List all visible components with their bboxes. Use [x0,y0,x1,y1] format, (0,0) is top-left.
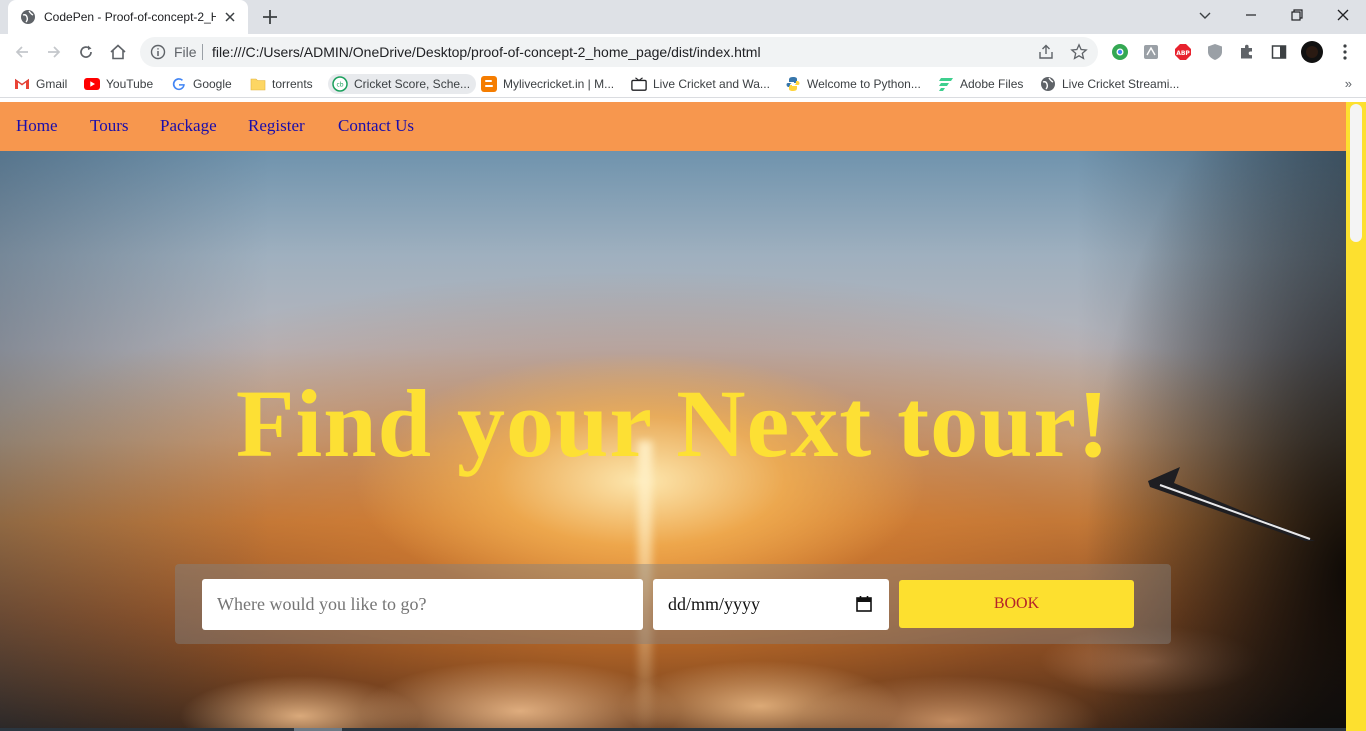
adblock-plus-icon: ABP [1175,44,1191,60]
book-button[interactable]: BOOK [899,580,1134,628]
reload-button[interactable] [74,40,98,64]
browser-toolbar: File file:///C:/Users/ADMIN/OneDrive/Des… [0,34,1366,70]
address-bar[interactable]: File file:///C:/Users/ADMIN/OneDrive/Des… [140,37,1098,67]
url-text[interactable]: file:///C:/Users/ADMIN/OneDrive/Desktop/… [212,44,761,60]
nav-link-register[interactable]: Register [248,116,305,136]
reload-icon [80,45,92,58]
browser-menu-button[interactable] [1335,42,1355,62]
bookmark-label: YouTube [106,77,154,91]
bookmark-label: Google [193,77,232,91]
folder-icon [250,76,266,92]
nav-link-package[interactable]: Package [160,116,217,136]
extension-button[interactable] [1110,42,1130,62]
forward-button[interactable] [42,40,66,64]
globe-icon [21,10,35,24]
hero-title: Find your Next tour! [235,370,1111,477]
minimize-button[interactable] [1228,0,1274,30]
share-icon[interactable] [1038,44,1054,60]
blogger-icon [481,76,497,92]
bookmark-label: Cricket Score, Sche... [354,77,471,91]
restore-button[interactable] [1274,0,1320,30]
chrome-extension-icon [1112,44,1128,60]
extension-button[interactable] [1205,42,1225,62]
bookmark-label: Gmail [36,77,68,91]
bookmark-youtube[interactable]: YouTube [84,74,153,94]
google-icon [171,76,187,92]
new-tab-icon[interactable] [259,6,281,28]
avatar [1301,41,1323,63]
tab-search-button[interactable] [1182,0,1228,30]
minimize-icon [1246,14,1256,16]
shield-icon [1208,44,1222,60]
bookmark-mylivecricket[interactable]: Mylivecricket.in | M... [481,74,614,94]
bookmarks-bar: Gmail YouTube Google torrents cb Cricket… [0,70,1366,98]
arrow-right-icon [48,46,61,58]
bookmark-label: Live Cricket and Wa... [653,77,770,91]
info-icon[interactable] [150,44,166,60]
extension-button[interactable]: ABP [1173,42,1193,62]
bookmark-adobe-files[interactable]: Adobe Files [938,74,1023,94]
svg-text:ABP: ABP [1176,50,1190,57]
bookmark-cricket-score[interactable]: cb Cricket Score, Sche... [328,74,477,94]
extensions-menu-button[interactable] [1237,42,1257,62]
tv-icon [631,76,647,92]
profile-button[interactable] [1301,41,1323,63]
gmail-icon [14,76,30,92]
site-navbar: Home Tours Package Register Contact Us [0,102,1346,151]
home-icon [110,44,126,60]
hero-section: Find your Next tour! dd/mm/yyyy BOOK [0,151,1346,731]
bookmark-torrents[interactable]: torrents [250,74,313,94]
address-separator [202,44,203,60]
bookmark-label: Welcome to Python... [807,77,921,91]
back-button[interactable] [10,40,34,64]
bookmark-label: Mylivecricket.in | M... [503,77,615,91]
scrollbar-thumb[interactable] [1350,104,1362,242]
destination-input[interactable] [202,579,643,630]
puzzle-icon [1241,44,1252,59]
tab-title: CodePen - Proof-of-concept-2_Home Page [44,10,216,24]
tab-strip: CodePen - Proof-of-concept-2_Home Page [0,0,1366,34]
bookmark-google[interactable]: Google [171,74,232,94]
close-icon[interactable] [222,9,238,25]
python-icon [785,76,801,92]
nav-link-home[interactable]: Home [16,116,58,136]
vertical-scrollbar[interactable] [1346,102,1366,731]
date-input[interactable]: dd/mm/yyyy [653,579,889,630]
home-button[interactable] [106,40,130,64]
bookmark-label: Adobe Files [960,77,1024,91]
page-viewport: Home Tours Package Register Contact Us F… [0,102,1366,731]
nav-link-tours[interactable]: Tours [90,116,128,136]
restore-icon [1291,9,1303,21]
booking-form: dd/mm/yyyy BOOK [175,564,1171,644]
bookmark-python[interactable]: Welcome to Python... [785,74,921,94]
close-icon [1337,9,1349,21]
arrow-left-icon [15,46,28,58]
date-placeholder: dd/mm/yyyy [668,594,761,614]
close-window-button[interactable] [1320,0,1366,30]
cricbuzz-icon: cb [332,76,348,92]
star-icon[interactable] [1070,43,1088,61]
extension-button[interactable] [1141,42,1161,62]
bookmark-live-cricket-streaming[interactable]: Live Cricket Streami... [1040,74,1179,94]
browser-tab[interactable]: CodePen - Proof-of-concept-2_Home Page [8,0,248,34]
side-panel-icon [1271,45,1287,59]
adobe-files-icon [938,76,954,92]
bookmark-gmail[interactable]: Gmail [14,74,67,94]
side-panel-button[interactable] [1269,42,1289,62]
calendar-icon[interactable] [855,595,873,613]
bookmark-live-cricket-watch[interactable]: Live Cricket and Wa... [631,74,770,94]
nav-link-contact-us[interactable]: Contact Us [338,116,414,136]
more-bookmarks-icon[interactable]: » [1345,76,1352,91]
svg-text:cb: cb [336,82,343,89]
bookmark-label: torrents [272,77,313,91]
scheme-label: File [174,44,197,60]
youtube-icon [84,76,100,92]
chevron-down-icon [1199,12,1211,19]
globe-icon [1040,76,1056,92]
more-vertical-icon [1343,44,1347,60]
bookmark-label: Live Cricket Streami... [1062,77,1180,91]
pdf-extension-icon [1144,45,1158,59]
